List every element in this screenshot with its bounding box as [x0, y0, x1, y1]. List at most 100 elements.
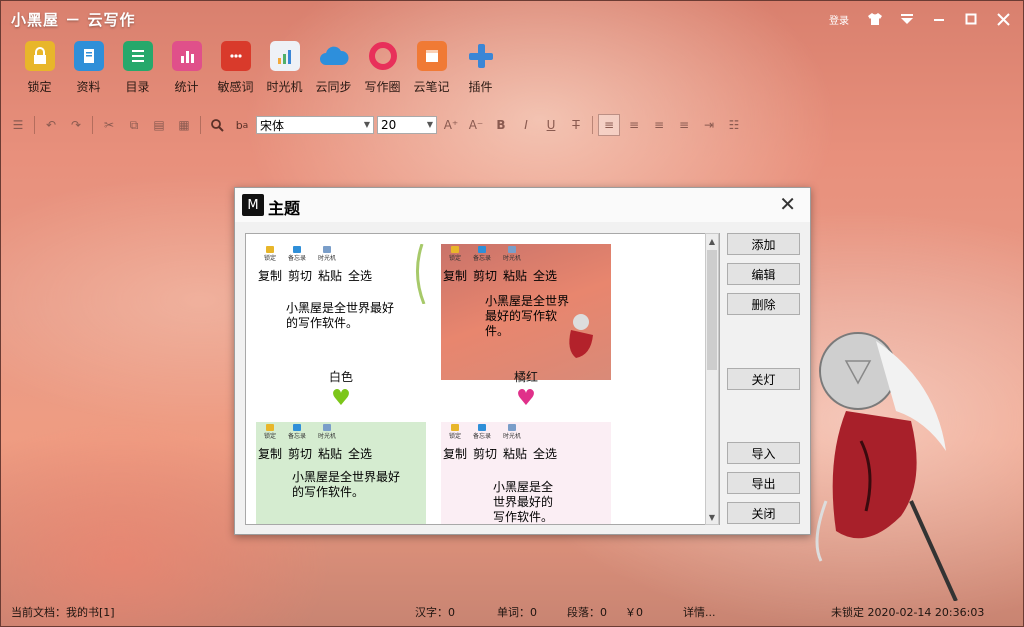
preview-lock-icon: 锁定 — [449, 246, 461, 262]
search-icon[interactable] — [206, 114, 228, 136]
lock-icon — [24, 41, 55, 71]
redo-icon[interactable]: ↷ — [65, 114, 87, 136]
dialog-title: 主题 — [268, 199, 301, 218]
edit-button[interactable]: 编辑 — [727, 263, 800, 285]
theme-name: 白色 — [328, 370, 353, 384]
paste-icon[interactable]: ▤ — [148, 114, 170, 136]
theme-name: 橘红 — [513, 370, 538, 384]
scroll-up-icon[interactable]: ▲ — [706, 234, 718, 248]
theme-item-pink[interactable]: 锁定 备忘录 时光机 复制 剪切 粘贴 全选 小黑屋是全世界最好的写作软件。 — [441, 422, 611, 524]
align-right-icon[interactable]: ≡ — [648, 114, 670, 136]
leaf-decoration — [416, 244, 426, 304]
login-link[interactable]: 登录 — [829, 12, 849, 27]
current-document: 当前文档：我的书[1] — [11, 606, 115, 619]
close-icon[interactable]: ✕ — [779, 192, 796, 216]
toolbar-item-label: 敏感词 — [217, 80, 254, 94]
preview-icons: 锁定 备忘录 时光机 — [264, 246, 336, 262]
shirt-icon[interactable] — [861, 7, 889, 31]
list-format-icon[interactable]: ☷ — [723, 114, 745, 136]
separator — [92, 116, 93, 134]
preview-lock-icon: 锁定 — [449, 424, 461, 440]
preview-memo-icon: 备忘录 — [473, 246, 491, 262]
cut-icon[interactable]: ✂ — [98, 114, 120, 136]
theme-preview: 锁定 备忘录 时光机 复制 剪切 粘贴 全选 小黑屋是全世界最好的写作软件。 — [256, 244, 426, 380]
preview-menu: 复制 剪切 粘贴 全选 — [443, 447, 558, 461]
scroll-thumb[interactable] — [707, 250, 717, 370]
preview-icons: 锁定 备忘录 时光机 — [449, 424, 521, 440]
hanzi-count: 汉字：0 — [415, 606, 455, 619]
details-link[interactable]: 详情... — [683, 604, 716, 620]
main-toolbar: 锁定 资料 目录 统计 敏感词 时光机 云同步 写作圈 云笔记 插件 — [15, 41, 505, 95]
separator — [200, 116, 201, 134]
preview-menu: 复制 剪切 粘贴 全选 — [443, 269, 558, 283]
toolbar-item-label: 插件 — [468, 80, 493, 94]
app-logo-icon: M — [242, 194, 264, 216]
preview-memo-icon: 备忘录 — [288, 246, 306, 262]
replace-icon[interactable]: ba — [231, 114, 253, 136]
toolbar-item-plugins[interactable]: 插件 — [456, 41, 505, 95]
theme-item-orange-red[interactable]: 锁定 备忘录 时光机 复制 剪切 粘贴 全选 小黑屋是全世界最好的写作软件。 橘红 ♥ — [441, 244, 611, 413]
chart-icon — [171, 41, 202, 71]
close-icon[interactable] — [989, 7, 1017, 31]
preview-memo-icon: 备忘录 — [288, 424, 306, 440]
preview-icons: 锁定 备忘录 时光机 — [264, 424, 336, 440]
list-icon — [122, 41, 153, 71]
font-shrink-icon[interactable]: A⁻ — [465, 114, 487, 136]
character-mini-illustration — [569, 314, 593, 358]
preview-memo-icon: 备忘录 — [473, 424, 491, 440]
font-grow-icon[interactable]: A⁺ — [440, 114, 462, 136]
selected-heart-icon: ♥ — [331, 386, 351, 411]
align-left-icon[interactable]: ≡ — [598, 114, 620, 136]
toolbar-item-time-machine[interactable]: 时光机 — [260, 41, 309, 95]
theme-list-scrollbar[interactable]: ▲ ▼ — [705, 233, 719, 525]
font-size-value: 20 — [381, 118, 397, 132]
chevron-down-icon: ▼ — [363, 120, 370, 129]
word-count: 单词：0 — [497, 606, 537, 619]
preview-timemachine-icon: 时光机 — [503, 424, 521, 440]
title-bar: 小黑屋 － 云写作 登录 — [1, 1, 1024, 37]
scroll-down-icon[interactable]: ▼ — [706, 510, 718, 524]
toolbar-item-label: 资料 — [76, 80, 101, 94]
copy-icon[interactable]: ⧉ — [123, 114, 145, 136]
italic-icon[interactable]: I — [515, 114, 537, 136]
sidebar-toggle-icon[interactable]: ☰ — [7, 114, 29, 136]
underline-icon[interactable]: U — [540, 114, 562, 136]
undo-icon[interactable]: ↶ — [40, 114, 62, 136]
select-all-icon[interactable]: ▦ — [173, 114, 195, 136]
heart-icon: ♥ — [516, 386, 536, 411]
add-button[interactable]: 添加 — [727, 233, 800, 255]
delete-button[interactable]: 删除 — [727, 293, 800, 315]
close-button[interactable]: 关闭 — [727, 502, 800, 524]
indent-icon[interactable]: ⇥ — [698, 114, 720, 136]
font-family-value: 宋体 — [260, 118, 285, 133]
dropdown-icon[interactable] — [893, 7, 921, 31]
toolbar-item-info[interactable]: 资料 — [64, 41, 113, 95]
export-button[interactable]: 导出 — [727, 472, 800, 494]
toolbar-item-writing-circle[interactable]: 写作圈 — [358, 41, 407, 95]
lights-off-button[interactable]: 关灯 — [727, 368, 800, 390]
theme-preview: 锁定 备忘录 时光机 复制 剪切 粘贴 全选 小黑屋是全世界最好的写作软件。 — [256, 422, 426, 524]
toolbar-item-cloud-notes[interactable]: 云笔记 — [407, 41, 456, 95]
toolbar-item-catalog[interactable]: 目录 — [113, 41, 162, 95]
align-center-icon[interactable]: ≡ — [623, 114, 645, 136]
preview-timemachine-icon: 时光机 — [318, 424, 336, 440]
justify-icon[interactable]: ≡ — [673, 114, 695, 136]
font-size-select[interactable]: 20 ▼ — [377, 116, 437, 134]
maximize-icon[interactable] — [957, 7, 985, 31]
theme-list[interactable]: 锁定 备忘录 时光机 复制 剪切 粘贴 全选 小黑屋是全世界最好的写作软件。 白色 ♥ — [245, 233, 720, 525]
bold-icon[interactable]: B — [490, 114, 512, 136]
strikethrough-icon[interactable]: T — [565, 114, 587, 136]
toolbar-item-stats[interactable]: 统计 — [162, 41, 211, 95]
font-family-select[interactable]: 宋体 ▼ — [256, 116, 374, 134]
toolbar-item-lock[interactable]: 锁定 — [15, 41, 64, 95]
minimize-icon[interactable] — [925, 7, 953, 31]
theme-item-white[interactable]: 锁定 备忘录 时光机 复制 剪切 粘贴 全选 小黑屋是全世界最好的写作软件。 白色 ♥ — [256, 244, 426, 413]
toolbar-item-cloud-sync[interactable]: 云同步 — [309, 41, 358, 95]
import-button[interactable]: 导入 — [727, 442, 800, 464]
timemachine-icon — [269, 41, 300, 71]
toolbar-item-sensitive-words[interactable]: 敏感词 — [211, 41, 260, 95]
note-icon — [416, 41, 447, 71]
preview-timemachine-icon: 时光机 — [318, 246, 336, 262]
theme-item-green[interactable]: 锁定 备忘录 时光机 复制 剪切 粘贴 全选 小黑屋是全世界最好的写作软件。 — [256, 422, 426, 524]
theme-dialog: M 主题 ✕ 锁定 备忘录 时光机 复制 剪切 粘贴 全选 小黑屋是全世界最好的写作软… — [234, 187, 811, 535]
